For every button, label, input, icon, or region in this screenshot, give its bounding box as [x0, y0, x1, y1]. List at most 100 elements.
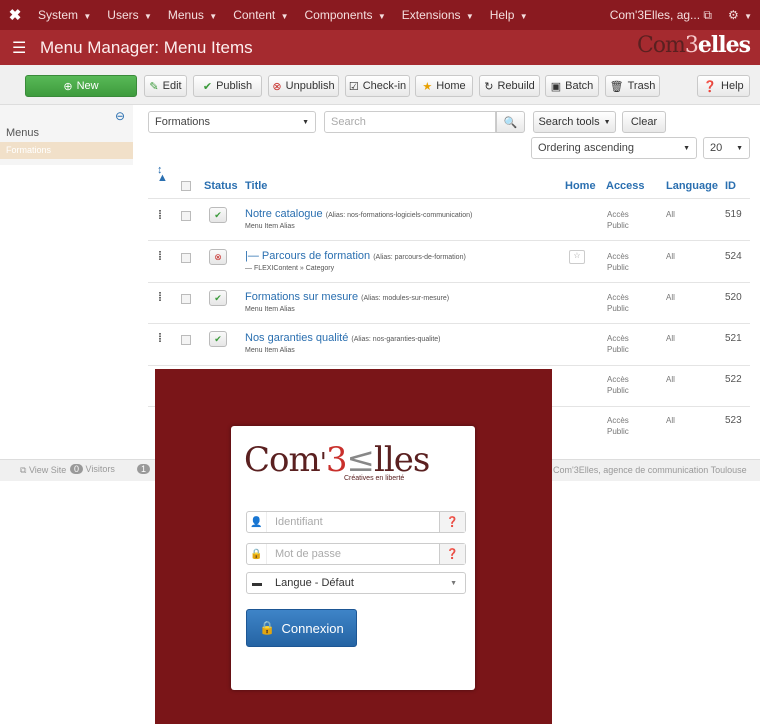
joomla-icon[interactable]: ✖ [0, 6, 30, 24]
help-button[interactable]: ❓ Help [697, 75, 750, 97]
caret-down-icon: ▼ [744, 12, 752, 21]
checkin-button[interactable]: ☑ Check-in [345, 75, 410, 97]
help-icon[interactable]: ❓ [439, 544, 465, 564]
row-checkbox[interactable] [181, 294, 191, 304]
search-tools-button[interactable]: Search tools ▼ [533, 111, 616, 133]
item-type: Menu Item Alias [245, 306, 295, 313]
login-submit-label: Connexion [281, 620, 344, 636]
nav-users[interactable]: Users ▼ [99, 8, 160, 22]
home-header[interactable]: Home [565, 180, 596, 192]
nav-menus[interactable]: Menus ▼ [160, 8, 225, 22]
sidebar-item-menus[interactable]: Menus [6, 127, 39, 139]
site-link-label: Com'3Elles, ag... [609, 7, 701, 22]
row-checkbox[interactable] [181, 335, 191, 345]
ordering-select-value: Ordering ascending [538, 142, 635, 154]
caret-down-icon: ▼ [209, 12, 218, 21]
limit-select[interactable]: 20 ▼ [703, 137, 750, 159]
nav-settings[interactable]: ⚙ ▼ [720, 8, 760, 22]
view-site-link[interactable]: ⧉ View Site [20, 465, 66, 476]
edit-button[interactable]: ✎ Edit [144, 75, 187, 97]
password-field[interactable]: 🔒 Mot de passe ❓ [246, 543, 466, 565]
published-status-icon[interactable]: ✔ [209, 207, 227, 223]
nav-content[interactable]: Content ▼ [225, 8, 296, 22]
published-status-icon[interactable]: ✔ [209, 331, 227, 347]
access-value: Accès Public [607, 209, 629, 231]
drag-handle-icon[interactable]: ⁞ [158, 331, 162, 345]
rebuild-button[interactable]: ↻ Rebuild [479, 75, 540, 97]
access-line2: Public [607, 427, 629, 436]
sidebar-item-active[interactable]: Formations [0, 142, 133, 159]
home-button[interactable]: ★ Home [415, 75, 473, 97]
menu-select[interactable]: Formations ▼ [148, 111, 316, 133]
title-header[interactable]: Title [245, 180, 267, 192]
item-title-link[interactable]: |— Parcours de formation [245, 250, 370, 262]
status-header[interactable]: Status [204, 180, 238, 192]
header-divider [148, 198, 750, 199]
language-select[interactable]: ▬ Langue - Défaut ▼ [246, 572, 466, 594]
nav-help[interactable]: Help ▼ [482, 8, 536, 22]
search-icon: 🔍 [503, 116, 518, 129]
nav-system-label: System [38, 8, 79, 22]
language-select-value: Langue - Défaut [275, 577, 354, 589]
nav-extensions[interactable]: Extensions ▼ [394, 8, 482, 22]
drag-handle-icon[interactable]: ⁞ [158, 208, 162, 222]
plus-icon: ⊕ [63, 80, 73, 93]
drag-handle-icon[interactable]: ⁞ [158, 290, 162, 304]
id-value: 521 [725, 333, 742, 344]
nav-system[interactable]: System ▼ [30, 8, 99, 22]
access-line2: Public [607, 221, 629, 230]
item-title-link[interactable]: Notre catalogue [245, 208, 323, 220]
checkbox[interactable] [181, 181, 191, 191]
trash-button[interactable]: 🗑 Trash [605, 75, 660, 97]
language-header[interactable]: Language [666, 180, 718, 192]
drag-handle-icon[interactable]: ⁞ [158, 249, 162, 263]
clear-button[interactable]: Clear [622, 111, 666, 133]
logo-three: 3 [325, 440, 348, 480]
item-type: Menu Item Alias [245, 223, 295, 230]
caret-down-icon: ▼ [280, 12, 289, 21]
nav-extensions-label: Extensions [401, 8, 461, 22]
username-field[interactable]: 👤 Identifiant ❓ [246, 511, 466, 533]
nav-components[interactable]: Components ▼ [296, 8, 393, 22]
sidebar: ⊖ Menus Formations [0, 105, 133, 165]
access-header[interactable]: Access [606, 180, 645, 192]
unpublish-button[interactable]: ⊗ Unpublish [268, 75, 339, 97]
set-home-star-icon[interactable]: ☆ [569, 250, 585, 264]
unpublished-status-icon[interactable]: ⊗ [209, 249, 227, 265]
login-submit-button[interactable]: 🔒 Connexion [246, 609, 357, 647]
help-label: Help [721, 80, 744, 92]
id-header[interactable]: ID [725, 180, 736, 192]
help-icon[interactable]: ❓ [439, 512, 465, 532]
caret-down-icon: ▼ [519, 12, 528, 21]
batch-button[interactable]: ▣ Batch [545, 75, 599, 97]
row-divider [148, 365, 750, 366]
ordering-select[interactable]: Ordering ascending ▼ [531, 137, 697, 159]
edit-label: Edit [162, 80, 182, 92]
star-icon: ★ [422, 80, 433, 93]
publish-button[interactable]: ✔ Publish [193, 75, 262, 97]
checkbox-icon: ☑ [348, 80, 359, 93]
ordering-sort-icon[interactable]: ↕ ▲ [157, 165, 168, 184]
new-button[interactable]: ⊕ New [25, 75, 137, 97]
item-title-link[interactable]: Formations sur mesure [245, 291, 358, 303]
item-type: — FLEXIContent » Category [245, 265, 335, 272]
unpublish-icon: ⊗ [272, 80, 282, 93]
collapse-sidebar-icon[interactable]: ⊖ [115, 109, 125, 123]
published-status-icon[interactable]: ✔ [209, 290, 227, 306]
row-divider [148, 282, 750, 283]
row-checkbox[interactable] [181, 211, 191, 221]
nav-help-label: Help [489, 8, 515, 22]
row-checkbox[interactable] [181, 253, 191, 263]
nav-site-link[interactable]: Com'3Elles, ag... ⧉ [602, 8, 720, 23]
rebuild-label: Rebuild [497, 80, 535, 92]
header-logo: Com3elles [637, 32, 751, 58]
access-value: Accès Public [607, 374, 629, 396]
select-all-checkbox[interactable] [181, 181, 191, 191]
login-logo: Com'3≤lles Créatives en liberté [244, 440, 430, 482]
search-input[interactable]: Search [324, 111, 496, 133]
access-line1: Accès [607, 293, 629, 302]
item-title-link[interactable]: Nos garanties qualité [245, 332, 348, 344]
menu-select-value: Formations [155, 116, 211, 128]
search-button[interactable]: 🔍 [496, 111, 525, 133]
logo-com: Com [244, 440, 321, 480]
